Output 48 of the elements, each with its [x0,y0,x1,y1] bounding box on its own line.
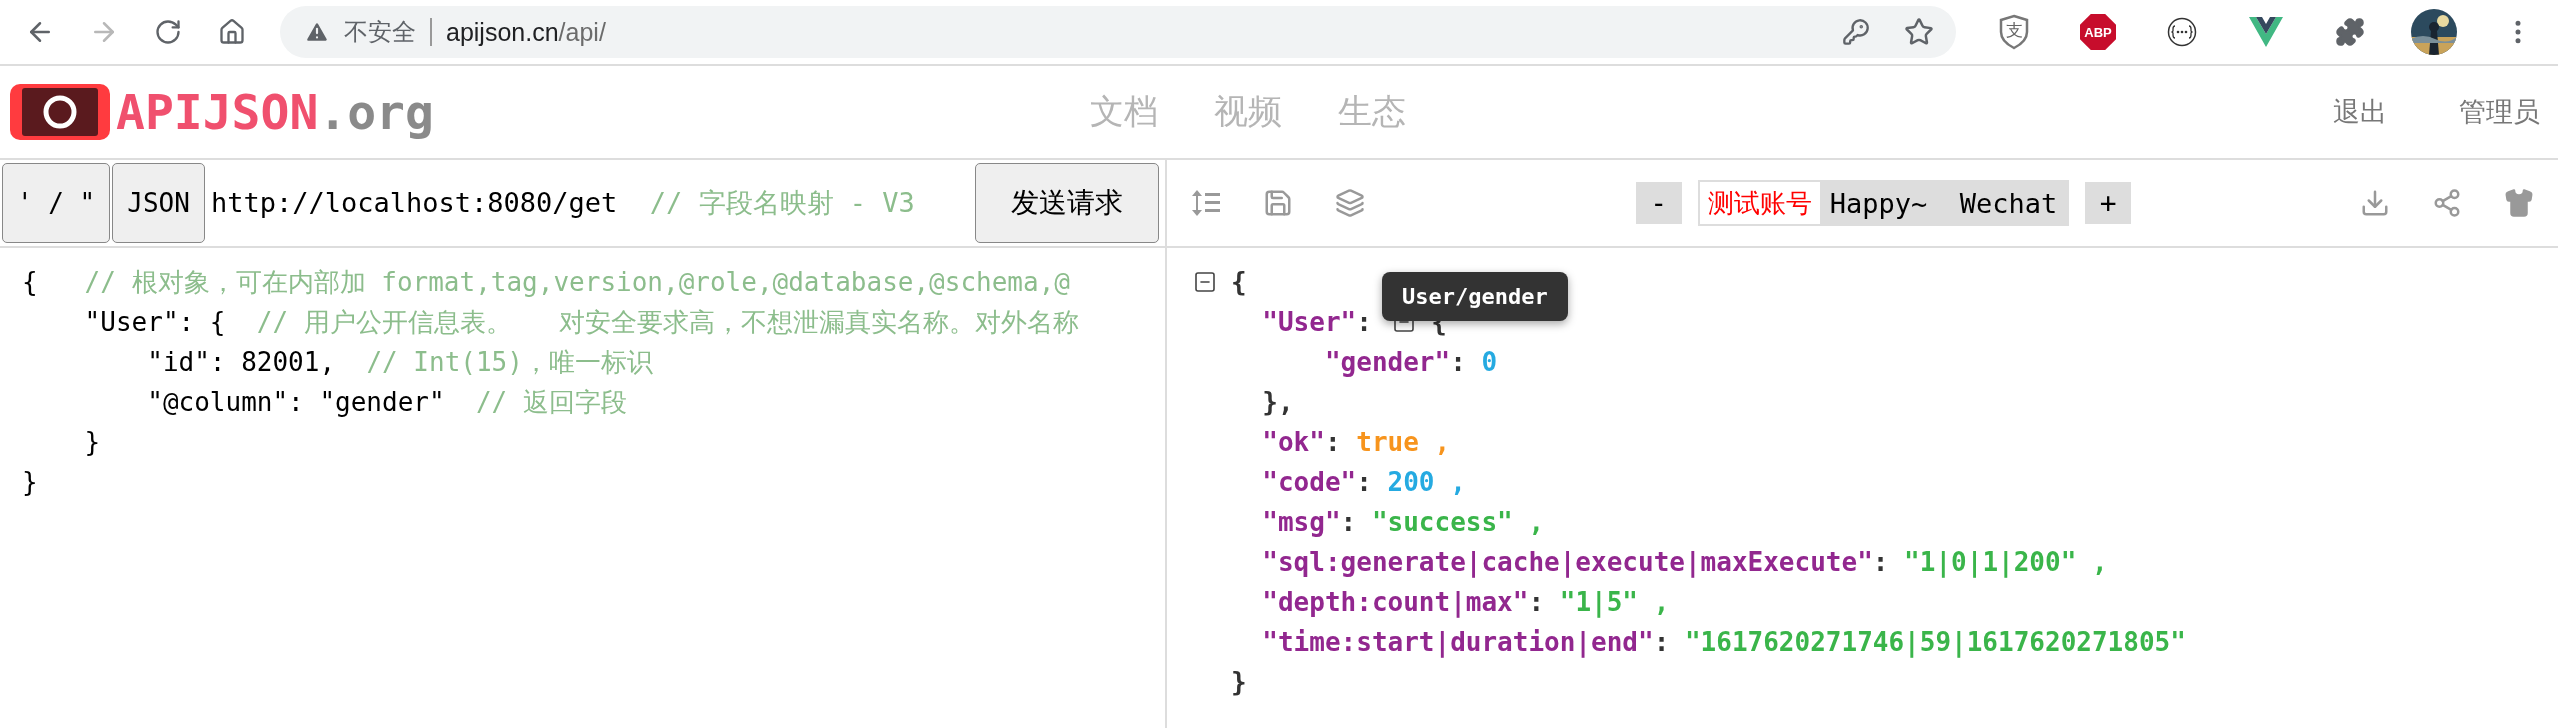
url-text: apijson.cn/api/ [446,17,607,47]
json-line: "gender": 0 [1323,346,1498,379]
mode-button[interactable]: JSON [112,163,205,243]
code-line: { // 根对象，可在内部加 format,tag,version,@role,@database,@schema,@ [22,266,1070,299]
json-line: "msg": "success" , [1261,506,1545,539]
json-line: "sql:generate|cache|execute|maxExecute": "1|0|1|200" , [1261,546,2108,580]
json-line: }, [1261,386,1294,419]
code-line: "@column": "gender" // 返回字段 [146,386,627,419]
json-line: "ok": true , [1261,426,1451,459]
layers-icon[interactable] [1335,188,1365,218]
plus-button[interactable]: + [2085,182,2132,224]
home-icon [218,18,246,46]
logo-suffix: .org [318,84,434,140]
line-spacing-icon[interactable] [1191,188,1221,218]
logo-icon [10,84,110,140]
header-link[interactable]: 管理员 [2459,94,2540,130]
json-line: { [1231,266,1247,299]
account-selector[interactable]: 测试账号 Happy~ Wechat [1697,180,2070,226]
account-name: Happy~ Wechat [1819,182,2068,224]
json-line: "time:start|duration|end": "1617620271746|59|1617620271805" [1261,626,2186,660]
share-icon[interactable] [2432,188,2462,218]
shirt-icon[interactable] [2504,188,2534,218]
tooltip: User/gender [1382,272,1568,321]
header-link[interactable]: 退出 [2333,94,2387,130]
reload-icon [154,18,182,46]
json-line: "code": 200 , [1261,466,1466,499]
code-line: } [22,466,38,499]
collapse-icon[interactable] [1193,270,1217,294]
json-line: "depth:count|max": "1|5" , [1261,586,1670,620]
vue-extension-icon[interactable] [2249,17,2283,47]
json-line: } [1231,666,1247,699]
json-extension-icon[interactable] [2167,17,2197,47]
url-input[interactable]: http://localhost:8080/get // 字段名映射 - V3 [206,185,975,221]
adblock-extension-icon[interactable]: ABP [2080,14,2116,50]
code-line: "id": 82001, // Int(15)，唯一标识 [146,346,653,379]
security-label: 不安全 [344,17,416,47]
extensions-icon[interactable] [2335,17,2365,47]
key-icon[interactable] [1842,18,1870,46]
star-icon[interactable] [1904,17,1934,47]
mode-button[interactable]: ' / " [2,163,111,243]
address-bar[interactable]: 不安全 apijson.cn/api/ [280,6,1956,58]
minus-button[interactable]: - [1635,182,1682,224]
send-button[interactable]: 发送请求 [975,163,1159,243]
code-line: "User": { // 用户公开信息表。 对安全要求高，不想泄漏真实名称。对外名称 [83,306,1079,339]
download-icon[interactable] [2360,188,2390,218]
save-icon[interactable] [1263,188,1293,218]
code-line: } [83,426,101,459]
logo-name: APIJSON [116,84,319,140]
